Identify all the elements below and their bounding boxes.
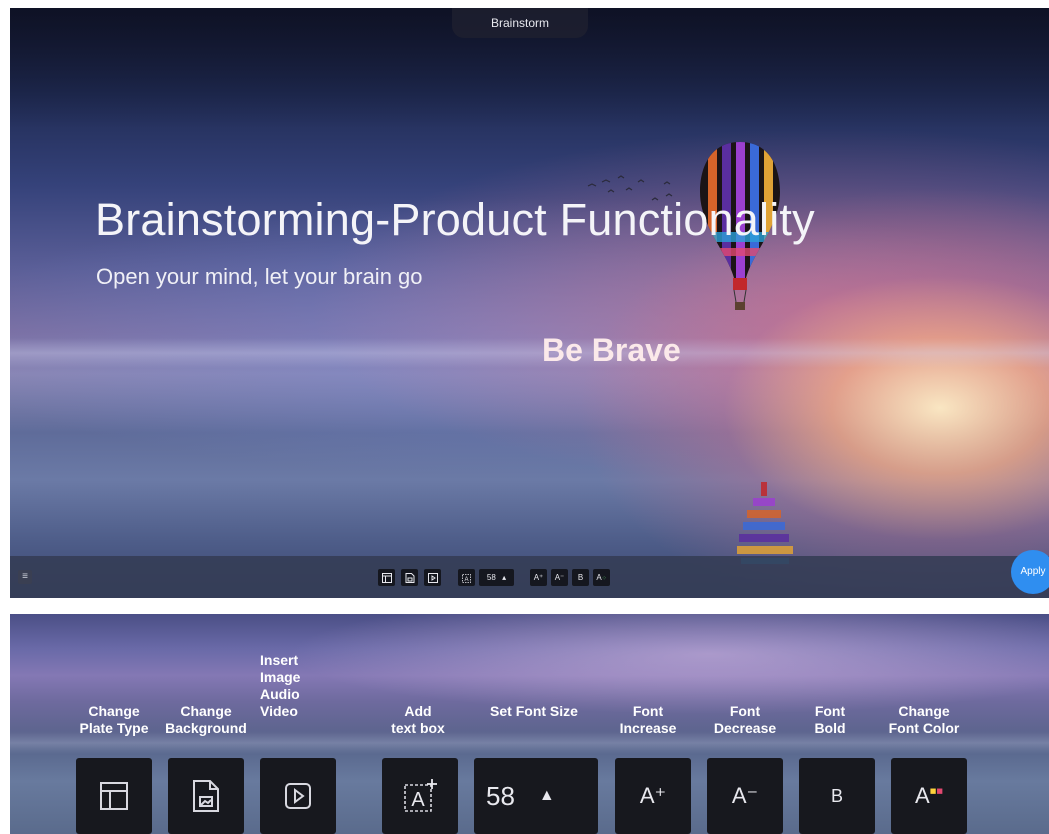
font-increase-button[interactable]: A⁺ — [530, 569, 547, 586]
label-change-font-color: Change Font Color — [888, 703, 960, 736]
slide-heading[interactable]: Brainstorming-Product Functionality — [95, 194, 815, 246]
font-increase-icon: A⁺ — [639, 783, 667, 808]
add-text-box-button[interactable]: A — [458, 569, 475, 586]
font-increase-button-large[interactable]: A⁺ — [615, 758, 691, 834]
slide-callout-text[interactable]: Be Brave — [542, 332, 681, 369]
label-set-font-size: Set Font Size — [490, 703, 578, 719]
change-background-button[interactable] — [401, 569, 418, 586]
toolbar-legend-panel: Change Plate Type Change Background Inse… — [10, 614, 1049, 834]
font-size-selector-large[interactable]: 58 ▲ — [474, 758, 598, 834]
add-text-box-icon: A — [404, 779, 437, 812]
label-add-text-box: Add text box — [391, 703, 445, 736]
font-bold-button-large[interactable]: B — [799, 758, 875, 834]
font-size-selector[interactable]: 58 ▴ — [479, 569, 514, 586]
font-increase-icon: A⁺ — [533, 573, 544, 582]
font-decrease-icon: A⁻ — [554, 573, 565, 582]
presentation-title: Brainstorm — [452, 8, 588, 38]
chevron-up-icon: ▲ — [538, 787, 555, 804]
hamburger-icon: ≡ — [22, 571, 28, 582]
insert-media-button[interactable] — [424, 569, 441, 586]
chevron-up-icon: ▴ — [502, 573, 507, 582]
bold-icon: B — [577, 573, 584, 582]
slide-toolbar: ≡ A 58 ▴ A⁺ A⁻ B A⁘ Apply — [10, 550, 1049, 598]
font-color-button-large[interactable]: A■■ — [891, 758, 967, 834]
font-bold-button[interactable]: B — [572, 569, 589, 586]
change-background-button-large[interactable] — [168, 758, 244, 834]
font-decrease-icon: A⁻ — [731, 783, 759, 808]
layout-icon — [100, 782, 128, 810]
bold-icon: B — [830, 785, 843, 806]
label-font-bold: Font Bold — [814, 703, 846, 736]
slide-subheading[interactable]: Open your mind, let your brain go — [96, 264, 423, 290]
font-size-value: 58 — [486, 780, 515, 811]
menu-button[interactable]: ≡ — [18, 570, 32, 584]
font-decrease-button[interactable]: A⁻ — [551, 569, 568, 586]
svg-text:A: A — [411, 789, 425, 811]
font-color-icon: A■■ — [915, 783, 943, 808]
label-change-background: Change Background — [165, 703, 247, 736]
svg-text:A: A — [464, 577, 468, 583]
label-insert-media: Insert Image Audio Video — [260, 652, 301, 719]
font-size-value: 58 — [486, 573, 496, 582]
change-plate-type-button[interactable] — [378, 569, 395, 586]
add-text-box-icon: A — [461, 574, 471, 583]
font-color-button[interactable]: A⁘ — [593, 569, 610, 586]
image-file-icon — [193, 780, 219, 812]
insert-media-button-large[interactable] — [260, 758, 336, 834]
font-decrease-button-large[interactable]: A⁻ — [707, 758, 783, 834]
font-color-icon: A⁘ — [596, 573, 607, 582]
add-text-box-button-large[interactable]: A — [382, 758, 458, 834]
label-font-increase: Font Increase — [619, 703, 677, 736]
play-icon — [427, 573, 438, 583]
layout-icon — [381, 573, 392, 583]
slide-canvas[interactable]: Brainstorm Brainstorming-Product Functio… — [10, 8, 1049, 598]
balloon-reflection-image — [737, 482, 793, 564]
horizon-glow — [10, 338, 1049, 368]
change-plate-type-button-large[interactable] — [76, 758, 152, 834]
apply-button[interactable]: Apply — [1011, 550, 1049, 594]
play-icon — [285, 783, 311, 809]
label-font-decrease: Font Decrease — [713, 703, 777, 736]
label-change-plate-type: Change Plate Type — [79, 703, 149, 736]
image-file-icon — [405, 573, 414, 583]
